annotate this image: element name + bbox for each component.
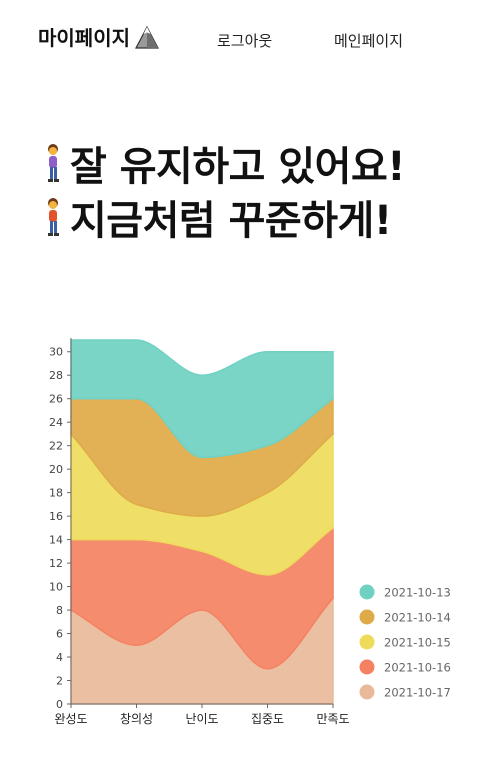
legend-label[interactable]: 2021-10-15: [384, 636, 451, 650]
legend-label[interactable]: 2021-10-17: [384, 686, 451, 700]
y-tick-label: 30: [49, 346, 63, 359]
main-page-link[interactable]: 메인페이지: [334, 30, 403, 51]
logout-link[interactable]: 로그아웃: [217, 30, 272, 51]
y-tick-label: 4: [56, 651, 63, 664]
legend-swatch[interactable]: [359, 634, 375, 650]
person-walking-icon: [48, 144, 59, 182]
legend-swatch[interactable]: [359, 684, 375, 700]
y-tick-label: 24: [49, 416, 63, 429]
chart-areas: [70, 339, 334, 705]
person-walking-icon: [48, 198, 59, 236]
brand-title: 마이페이지: [38, 26, 130, 50]
hero-line-1-text: 잘 유지하고 있어요!: [70, 144, 406, 190]
x-tick-label: 집중도: [251, 712, 284, 726]
y-tick-label: 2: [56, 675, 63, 688]
x-tick-label: 난이도: [185, 712, 218, 726]
y-tick-label: 14: [49, 534, 63, 547]
legend-label[interactable]: 2021-10-13: [384, 586, 451, 600]
y-tick-label: 26: [49, 393, 63, 406]
x-tick-label: 완성도: [54, 712, 87, 726]
y-tick-label: 16: [49, 510, 63, 523]
y-tick-label: 18: [49, 487, 63, 500]
legend-label[interactable]: 2021-10-16: [384, 661, 451, 675]
brand[interactable]: 마이페이지: [38, 22, 160, 51]
legend-swatch[interactable]: [359, 584, 375, 600]
hero-line-2: 지금처럼 꾸준하게!: [38, 190, 405, 244]
legend-label[interactable]: 2021-10-14: [384, 611, 451, 625]
x-tick-label: 만족도: [316, 712, 349, 726]
y-tick-label: 6: [56, 628, 63, 641]
y-tick-label: 10: [49, 581, 63, 594]
y-tick-label: 22: [49, 440, 63, 453]
legend-swatch[interactable]: [359, 659, 375, 675]
x-tick-label: 창의성: [120, 712, 153, 726]
y-tick-label: 28: [49, 369, 63, 382]
hero-line-1: 잘 유지하고 있어요!: [38, 136, 406, 190]
stacked-area-chart: 024681012141618202224262830완성도 창의성 난이도 집중도 만…: [49, 338, 451, 726]
y-tick-label: 12: [49, 557, 63, 570]
y-tick-label: 0: [56, 698, 63, 711]
legend-swatch[interactable]: [359, 609, 375, 625]
mountain-icon: [135, 25, 159, 49]
chart-legend: 2021-10-13 2021-10-14 2021-10-15 2021-10-16…: [359, 584, 451, 700]
y-tick-label: 8: [56, 604, 63, 617]
hero-line-2-text: 지금처럼 꾸준하게!: [70, 198, 392, 244]
y-tick-label: 20: [49, 463, 63, 476]
hero-message: 잘 유지하고 있어요! 지금처럼 꾸준하게!: [38, 136, 406, 244]
top-nav: 마이페이지 로그아웃 메인페이지: [0, 0, 496, 80]
